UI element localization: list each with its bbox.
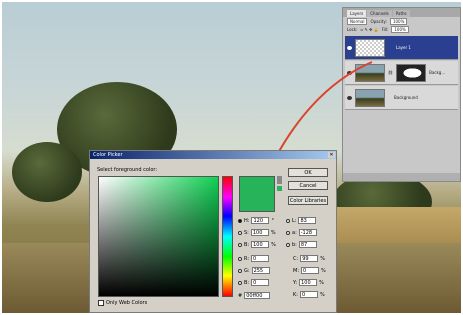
s-label: S: <box>244 229 249 236</box>
hex-input[interactable]: 00ff00 <box>244 292 271 299</box>
hue-slider[interactable] <box>222 176 233 297</box>
m-input[interactable]: 0 <box>301 267 319 274</box>
hsb-s-row: S: 100 % <box>238 229 276 236</box>
l-radio[interactable] <box>286 218 290 223</box>
s-input[interactable]: 100 <box>250 229 269 236</box>
g-radio[interactable] <box>238 268 242 273</box>
web-safe-swatch[interactable] <box>277 186 282 191</box>
blue-input[interactable]: 0 <box>251 279 270 286</box>
rgb-b-row: B: 0 <box>238 279 270 286</box>
b-label: B: <box>244 241 250 248</box>
web-colors-checkbox[interactable] <box>98 300 104 306</box>
rgb-g-row: G: 255 <box>238 267 270 274</box>
s-radio[interactable] <box>238 230 242 235</box>
r-radio[interactable] <box>238 256 242 261</box>
l-input[interactable]: 83 <box>298 217 317 224</box>
hsb-h-row: H: 120 ° <box>238 217 274 224</box>
m-label: M: <box>293 267 299 274</box>
l-label: L: <box>292 217 297 224</box>
picker-prompt: Select foreground color: <box>97 167 158 173</box>
web-colors-option[interactable]: Only Web Colors <box>98 300 147 306</box>
y-input[interactable]: 100 <box>299 279 318 286</box>
ok-button[interactable]: OK <box>288 168 328 177</box>
lab-b-radio[interactable] <box>286 242 290 247</box>
k-input[interactable]: 0 <box>299 291 318 298</box>
c-label: C: <box>293 255 299 262</box>
cmyk-c-row: C: 99 % <box>293 255 325 262</box>
k-unit: % <box>319 291 325 298</box>
g-label: G: <box>244 267 250 274</box>
blue-label: B: <box>244 279 250 286</box>
web-colors-label: Only Web Colors <box>106 300 148 306</box>
lab-b-row: b: 87 <box>286 241 317 248</box>
cmyk-y-row: Y: 100 % <box>293 279 324 286</box>
dialog-title: Color Picker <box>90 151 336 159</box>
lab-b-label: b: <box>292 241 297 248</box>
h-unit: ° <box>271 217 274 224</box>
color-picker-dialog: Color Picker ✕ Select foreground color: … <box>89 150 337 313</box>
r-label: R: <box>244 255 250 262</box>
color-libraries-button[interactable]: Color Libraries <box>288 196 328 205</box>
hsb-b-row: B: 100 % <box>238 241 276 248</box>
cmyk-k-row: K: 0 % <box>293 291 325 298</box>
b-input[interactable]: 100 <box>251 241 270 248</box>
r-input[interactable]: 0 <box>251 255 270 262</box>
h-radio[interactable] <box>238 218 242 223</box>
blue-radio[interactable] <box>238 280 242 285</box>
gamut-warning-icon[interactable] <box>277 176 282 184</box>
b-unit: % <box>271 241 276 248</box>
b-radio[interactable] <box>238 242 242 247</box>
hex-row: # 00ff00 <box>238 292 271 299</box>
lab-l-row: L: 83 <box>286 217 317 224</box>
a-label: a: <box>292 229 297 236</box>
y-label: Y: <box>293 279 298 286</box>
rgb-r-row: R: 0 <box>238 255 270 262</box>
lab-a-row: a: -128 <box>286 229 317 236</box>
s-unit: % <box>270 229 276 236</box>
h-input[interactable]: 120 <box>251 217 270 224</box>
m-unit: % <box>321 267 326 274</box>
a-radio[interactable] <box>286 230 290 235</box>
h-label: H: <box>244 217 250 224</box>
c-unit: % <box>320 255 325 262</box>
y-unit: % <box>319 279 324 286</box>
a-input[interactable]: -128 <box>298 229 317 236</box>
new-color-swatch <box>239 176 275 212</box>
hex-label: # <box>238 292 243 299</box>
close-icon[interactable]: ✕ <box>328 152 335 158</box>
lab-b-input[interactable]: 87 <box>298 241 317 248</box>
c-input[interactable]: 99 <box>300 255 319 262</box>
k-label: K: <box>293 291 298 298</box>
color-field[interactable] <box>98 176 219 297</box>
g-input[interactable]: 255 <box>251 267 270 274</box>
cmyk-m-row: M: 0 % <box>293 267 326 274</box>
cancel-button[interactable]: Cancel <box>288 181 328 190</box>
